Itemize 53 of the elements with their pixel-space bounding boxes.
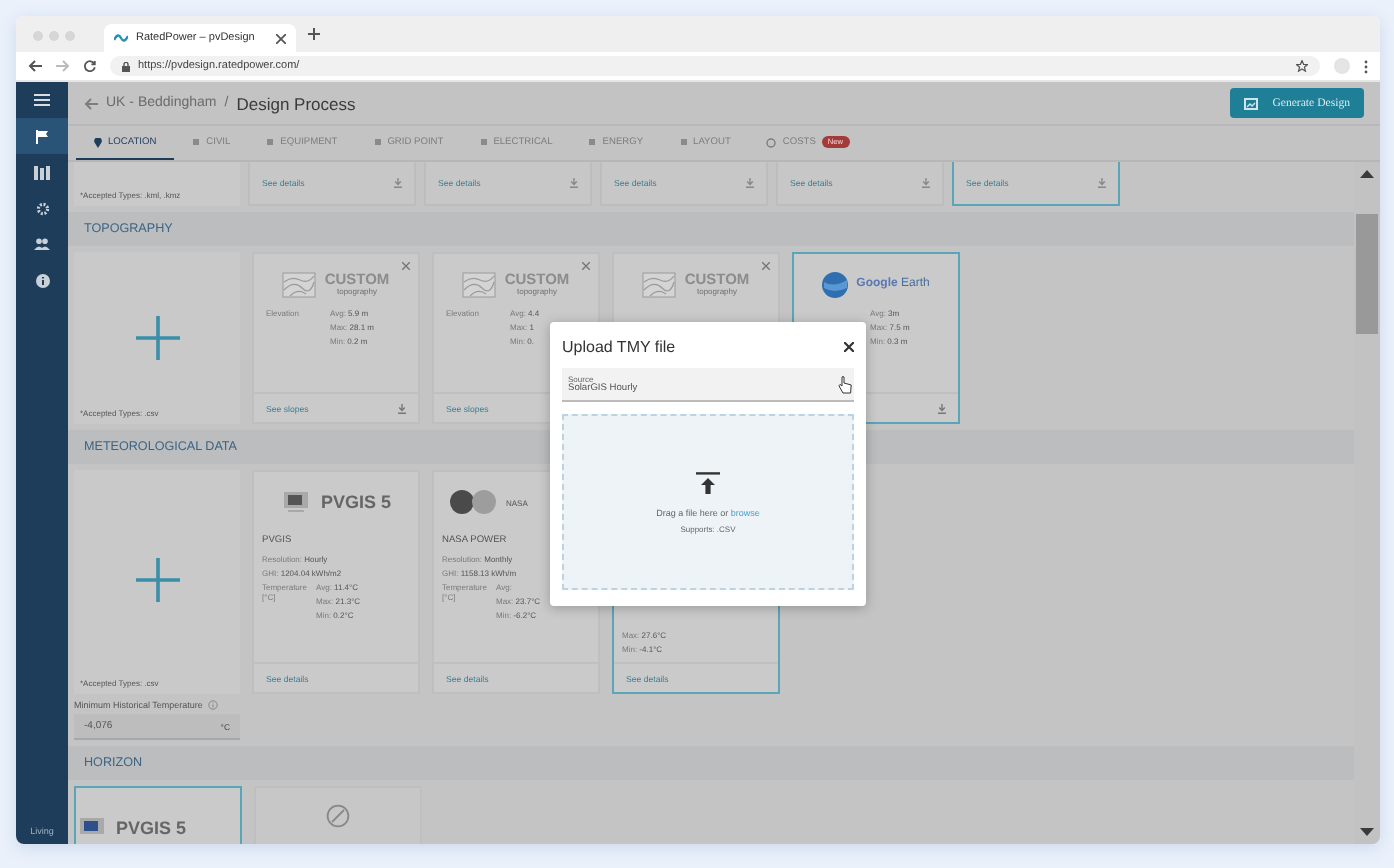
books-icon <box>34 165 50 179</box>
logo-text: PVGIS 5 <box>116 818 187 838</box>
forward-arrow-icon[interactable] <box>56 60 70 72</box>
plus-icon[interactable] <box>136 316 180 360</box>
users-icon <box>34 238 50 250</box>
download-icon[interactable] <box>394 178 402 188</box>
favicon-icon <box>114 32 128 44</box>
download-icon[interactable] <box>922 178 930 188</box>
square-icon <box>373 138 382 146</box>
settings-icon <box>35 201 49 215</box>
new-tab-icon[interactable] <box>308 28 320 40</box>
close-icon[interactable] <box>844 342 854 352</box>
back-arrow-icon[interactable] <box>28 60 42 72</box>
agency-logos-icon <box>450 490 498 514</box>
remove-icon[interactable] <box>582 262 590 270</box>
horizon-card[interactable]: PVGIS 5 <box>74 786 242 844</box>
contour-map-icon <box>462 271 497 297</box>
contour-map-icon <box>642 271 677 297</box>
upload-icon <box>696 471 720 493</box>
scrollbar-thumb[interactable] <box>1356 214 1378 334</box>
image-icon <box>1244 97 1259 109</box>
scroll-down-icon[interactable] <box>1360 828 1374 836</box>
square-icon <box>266 138 275 146</box>
square-icon <box>479 138 488 146</box>
logo-text: PVGIS 5 <box>320 492 391 512</box>
lock-icon <box>122 61 130 71</box>
sidebar-item[interactable] <box>16 118 68 154</box>
square-icon <box>192 138 201 146</box>
download-icon[interactable] <box>1098 178 1106 188</box>
close-icon[interactable] <box>276 33 286 43</box>
page-title: Design Process <box>236 93 356 113</box>
globe-icon <box>822 271 849 297</box>
coin-icon <box>766 137 777 147</box>
download-icon[interactable] <box>938 403 946 413</box>
info-icon[interactable] <box>208 700 219 710</box>
square-icon <box>588 138 597 146</box>
download-icon[interactable] <box>398 403 406 413</box>
square-icon <box>679 138 688 146</box>
plus-icon[interactable] <box>136 558 180 602</box>
hand-cursor-icon <box>838 376 852 394</box>
contour-map-icon <box>282 271 317 297</box>
scroll-up-icon[interactable] <box>1360 170 1374 178</box>
info-icon <box>35 273 49 287</box>
flag-icon <box>36 129 48 143</box>
no-horizon-icon <box>326 804 350 828</box>
menu-icon <box>34 94 50 106</box>
star-icon[interactable] <box>1296 60 1308 72</box>
download-icon[interactable] <box>746 178 754 188</box>
download-icon[interactable] <box>570 178 578 188</box>
location-pin-icon <box>94 137 102 147</box>
remove-icon[interactable] <box>762 262 770 270</box>
reload-icon[interactable] <box>84 60 96 72</box>
remove-icon[interactable] <box>402 262 410 270</box>
